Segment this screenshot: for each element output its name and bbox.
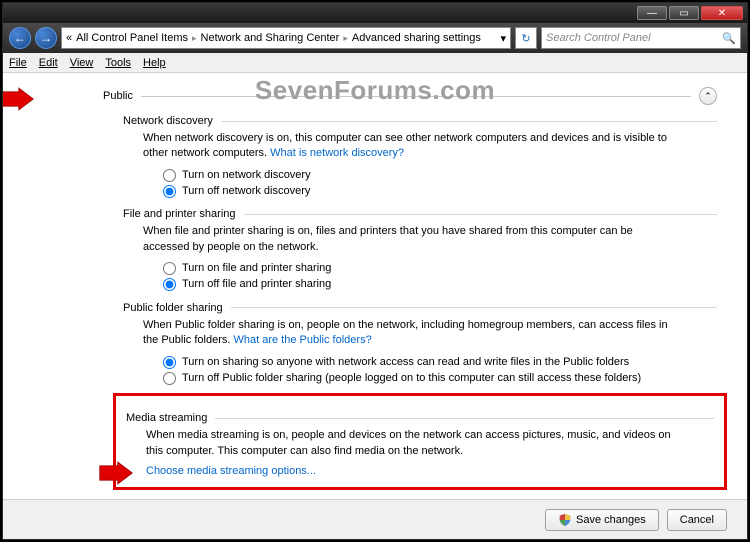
radio-label: Turn on sharing so anyone with network a… [182,355,629,369]
forward-button[interactable]: → [35,27,57,49]
radio-option[interactable]: Turn on file and printer sharing [163,261,717,275]
button-label: Save changes [576,514,646,526]
section-title: Public folder sharing [123,302,223,314]
search-placeholder: Search Control Panel [546,32,651,44]
radio-label: Turn off Public folder sharing (people l… [182,371,641,385]
section-title: Media streaming [126,412,207,424]
radio-option[interactable]: Turn on network discovery [163,168,717,182]
titlebar: — ▭ ✕ [3,3,747,23]
address-bar[interactable]: « All Control Panel Items ▸ Network and … [61,27,511,49]
minimize-button[interactable]: — [637,6,667,20]
section-header-network-discovery: Network discovery [123,115,717,127]
link-what-are-public-folders[interactable]: What are the Public folders? [234,334,372,346]
radio-option[interactable]: Turn off file and printer sharing [163,277,717,291]
menu-file[interactable]: File [9,57,27,69]
profile-header[interactable]: Public ⌃ [103,87,717,105]
breadcrumb[interactable]: All Control Panel Items [76,32,188,44]
radio-label: Turn on network discovery [182,168,311,182]
search-icon[interactable]: 🔍 [722,32,736,45]
radio-option[interactable]: Turn on sharing so anyone with network a… [163,355,717,369]
content-area: SevenForums.com Public ⌃ Network discove… [3,73,747,499]
menu-bar: File Edit View Tools Help [3,53,747,73]
annotation-arrow-icon [98,461,134,485]
section-header-public-folder: Public folder sharing [123,302,717,314]
collapse-button[interactable]: ⌃ [699,87,717,105]
radio-option[interactable]: Turn off Public folder sharing (people l… [163,371,717,385]
breadcrumb[interactable]: Advanced sharing settings [352,32,481,44]
section-description: When Public folder sharing is on, people… [143,318,673,349]
cancel-button[interactable]: Cancel [667,509,727,531]
search-input[interactable]: Search Control Panel 🔍 [541,27,741,49]
radio-label: Turn off network discovery [182,184,310,198]
menu-edit[interactable]: Edit [39,57,58,69]
section-description: When file and printer sharing is on, fil… [143,224,673,255]
menu-tools[interactable]: Tools [105,57,131,69]
breadcrumb[interactable]: Network and Sharing Center [201,32,340,44]
section-title: File and printer sharing [123,208,236,220]
link-choose-media-streaming[interactable]: Choose media streaming options... [146,465,316,477]
back-button[interactable]: ← [9,27,31,49]
annotation-highlight-box: Media streaming When media streaming is … [113,393,727,490]
radio-label: Turn off file and printer sharing [182,277,331,291]
divider [231,307,717,308]
navigation-bar: ← → « All Control Panel Items ▸ Network … [3,23,747,53]
radio-input[interactable] [163,169,176,182]
dropdown-chevron-icon[interactable]: ▾ [500,32,506,45]
close-button[interactable]: ✕ [701,6,743,20]
footer-bar: Save changes Cancel [3,499,747,539]
maximize-button[interactable]: ▭ [669,6,699,20]
menu-help[interactable]: Help [143,57,166,69]
radio-input[interactable] [163,278,176,291]
history-chevron-icon[interactable]: « [66,32,72,44]
radio-option[interactable]: Turn off network discovery [163,184,717,198]
chevron-right-icon: ▸ [343,33,348,44]
radio-input[interactable] [163,372,176,385]
radio-input[interactable] [163,262,176,275]
section-description: When network discovery is on, this compu… [143,131,673,162]
radio-input[interactable] [163,356,176,369]
button-label: Cancel [680,514,714,526]
section-title: Network discovery [123,115,213,127]
divider [215,418,714,419]
shield-icon [558,513,572,527]
menu-view[interactable]: View [70,57,94,69]
radio-label: Turn on file and printer sharing [182,261,331,275]
section-header-file-printer: File and printer sharing [123,208,717,220]
divider [221,121,717,122]
section-header-media-streaming: Media streaming [126,412,714,424]
annotation-arrow-icon [3,87,35,111]
refresh-button[interactable]: ↻ [515,27,537,49]
divider [141,96,691,97]
save-changes-button[interactable]: Save changes [545,509,659,531]
divider [244,214,717,215]
link-what-is-network-discovery[interactable]: What is network discovery? [270,147,404,159]
radio-input[interactable] [163,185,176,198]
profile-label: Public [103,90,133,102]
chevron-right-icon: ▸ [192,33,197,44]
section-description: When media streaming is on, people and d… [146,428,676,459]
